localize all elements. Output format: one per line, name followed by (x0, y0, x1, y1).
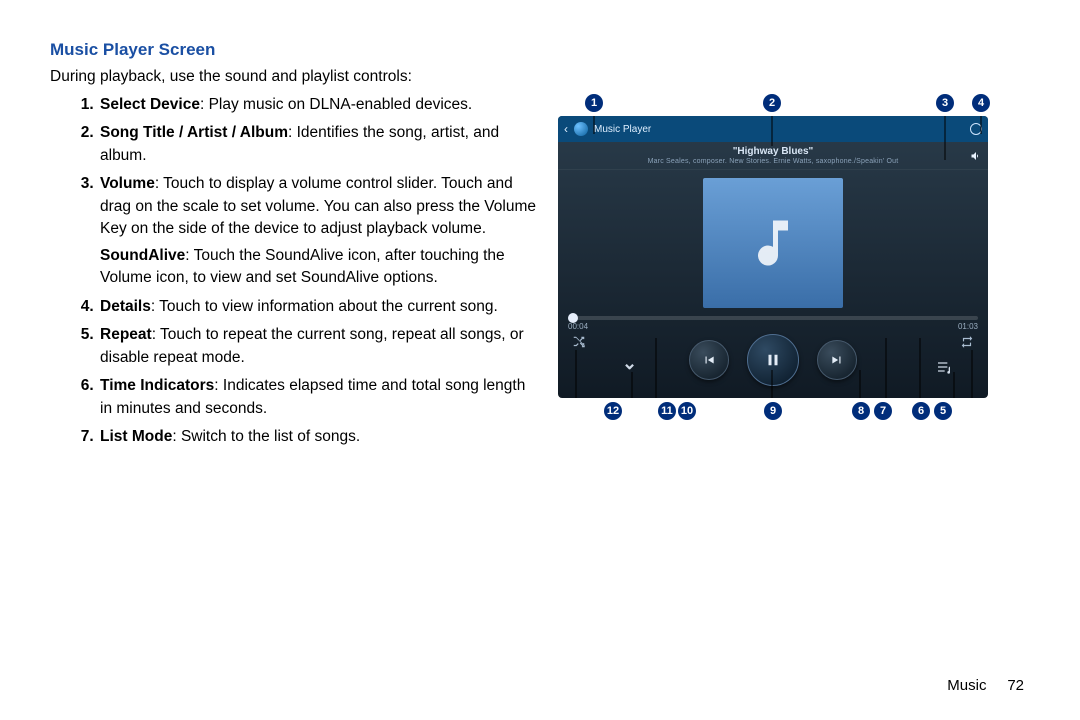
pause-button (747, 334, 799, 386)
instruction-list: Select Device: Play music on DLNA-enable… (50, 94, 540, 449)
song-meta: Marc Seales, composer. New Stories. Erni… (558, 158, 988, 165)
prev-button (689, 340, 729, 380)
callout: 6 (912, 402, 930, 420)
next-button (817, 340, 857, 380)
term: List Mode (100, 428, 172, 445)
callout: 1 (585, 94, 603, 112)
footer-page: 72 (1007, 677, 1024, 694)
desc: : Touch to view information about the cu… (151, 298, 498, 315)
desc: : Touch to repeat the current song, repe… (100, 326, 524, 365)
callout: 11 (658, 402, 676, 420)
term: Song Title / Artist / Album (100, 124, 288, 141)
page-footer: Music 72 (947, 677, 1024, 694)
intro-text: During playback, use the sound and playl… (50, 68, 1030, 86)
details-icon (970, 123, 982, 135)
callout: 10 (678, 402, 696, 420)
list-item: Song Title / Artist / Album: Identifies … (98, 122, 540, 167)
desc: : Touch to display a volume control slid… (100, 175, 536, 237)
repeat-icon (960, 335, 974, 352)
callouts-bottom-row: 12 11 10 9 8 7 6 5 (558, 402, 1030, 426)
callout: 3 (936, 94, 954, 112)
volume-icon (970, 150, 982, 165)
total-time: 01:03 (958, 322, 978, 331)
controls-row: ⌄ (558, 335, 988, 385)
app-name: Music Player (594, 124, 651, 135)
callout: 4 (972, 94, 990, 112)
list-item: Repeat: Touch to repeat the current song… (98, 324, 540, 369)
app-icon (574, 122, 588, 136)
figure-column: 1 2 3 4 ‹ Music Player "Highway Blues" M… (558, 94, 1030, 455)
shuffle-icon (572, 335, 586, 352)
list-item: Select Device: Play music on DLNA-enable… (98, 94, 540, 116)
chevron-down-icon: ⌄ (622, 353, 637, 374)
term: Volume (100, 175, 155, 192)
titlebar: ‹ Music Player (558, 116, 988, 142)
song-title: "Highway Blues" (558, 146, 988, 157)
term: SoundAlive (100, 247, 185, 264)
term: Select Device (100, 96, 200, 113)
back-icon: ‹ (564, 122, 568, 136)
music-player-screenshot: ‹ Music Player "Highway Blues" Marc Seal… (558, 116, 988, 398)
callout: 5 (934, 402, 952, 420)
callout: 2 (763, 94, 781, 112)
term: Details (100, 298, 151, 315)
list-item: Details: Touch to view information about… (98, 296, 540, 318)
progress-bar (568, 316, 978, 320)
callout: 9 (764, 402, 782, 420)
progress-knob (568, 313, 578, 323)
term: Repeat (100, 326, 152, 343)
list-mode-icon (936, 359, 952, 378)
music-note-icon (743, 213, 803, 273)
list-item: List Mode: Switch to the list of songs. (98, 426, 540, 448)
footer-section: Music (947, 677, 986, 694)
callout: 8 (852, 402, 870, 420)
time-indicators: 00:04 01:03 (558, 322, 988, 331)
desc: : Switch to the list of songs. (172, 428, 360, 445)
list-item: Time Indicators: Indicates elapsed time … (98, 375, 540, 420)
callout: 7 (874, 402, 892, 420)
callout: 12 (604, 402, 622, 420)
section-title: Music Player Screen (50, 40, 1030, 60)
song-info: "Highway Blues" Marc Seales, composer. N… (558, 142, 988, 170)
term: Time Indicators (100, 377, 214, 394)
list-item: Volume: Touch to display a volume contro… (98, 173, 540, 289)
desc: : Play music on DLNA-enabled devices. (200, 96, 472, 113)
album-art (703, 178, 843, 308)
callouts-top-row: 1 2 3 4 (558, 94, 1030, 114)
elapsed-time: 00:04 (568, 322, 588, 331)
